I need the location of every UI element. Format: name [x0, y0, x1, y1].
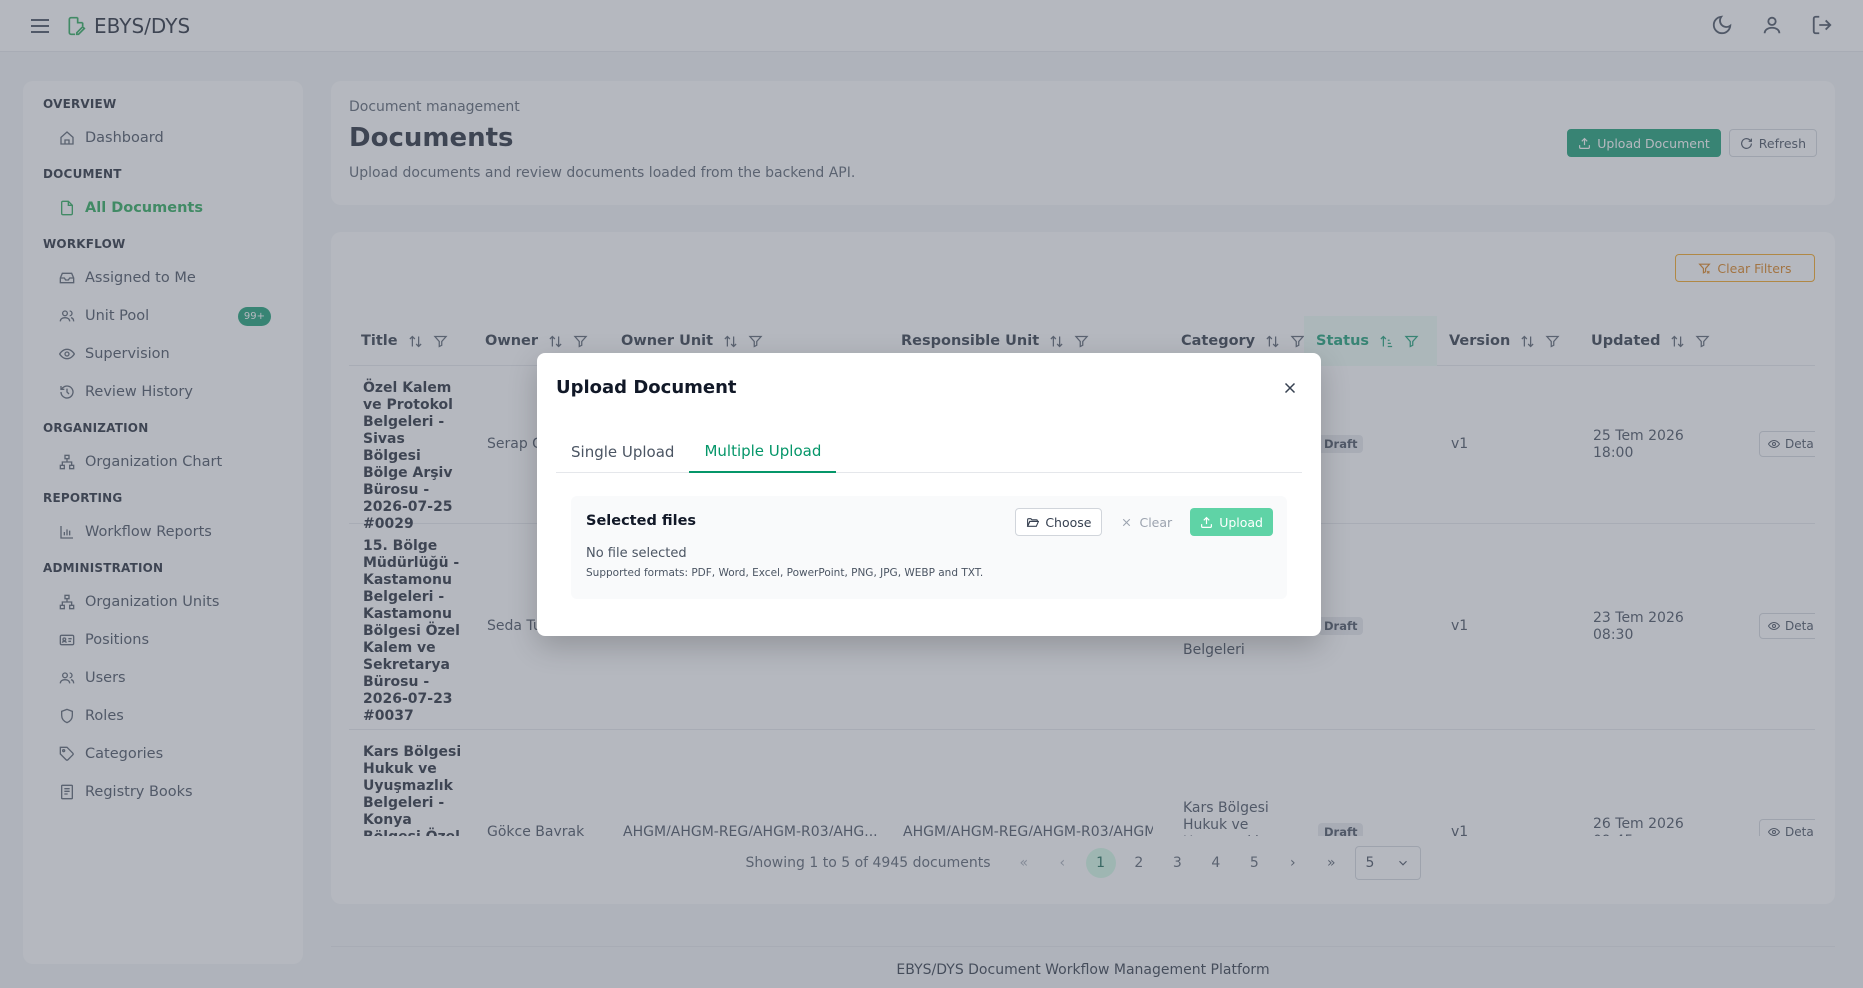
upload-label: Upload [1219, 514, 1263, 530]
tab-single-upload[interactable]: Single Upload [556, 431, 689, 473]
upload-files-button[interactable]: Upload [1190, 508, 1273, 536]
no-file-selected-text: No file selected [586, 546, 687, 561]
clear-label: Clear [1139, 514, 1173, 530]
tab-multiple-upload[interactable]: Multiple Upload [689, 431, 837, 473]
close-icon[interactable] [1281, 379, 1299, 397]
supported-formats-text: Supported formats: PDF, Word, Excel, Pow… [586, 567, 984, 579]
choose-label: Choose [1045, 514, 1092, 530]
selected-files-panel: Selected files Choose Clear Upload No fi… [571, 496, 1287, 599]
folder-open-icon [1026, 516, 1040, 529]
modal-title: Upload Document [556, 377, 737, 398]
upload-document-modal: Upload Document Single Upload Multiple U… [537, 353, 1321, 636]
clear-files-button[interactable]: Clear [1110, 508, 1182, 536]
choose-files-button[interactable]: Choose [1015, 508, 1103, 536]
upload-tabs: Single Upload Multiple Upload [556, 431, 1302, 473]
upload-icon [1200, 516, 1213, 529]
close-icon [1120, 516, 1133, 529]
selected-files-title: Selected files [586, 513, 697, 529]
